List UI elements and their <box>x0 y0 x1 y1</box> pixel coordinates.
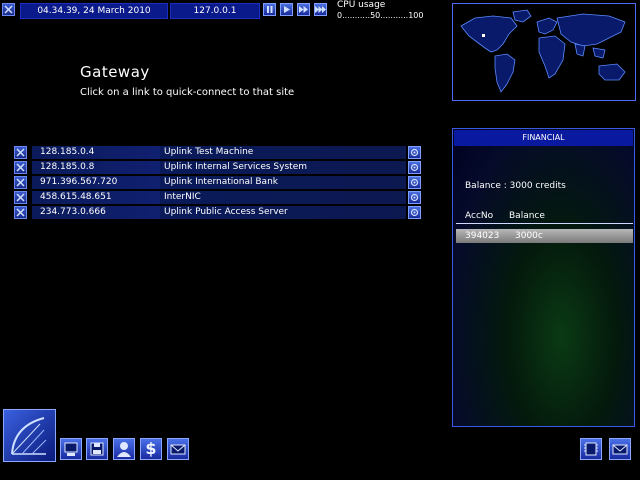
finance-button[interactable]: $ <box>140 438 162 460</box>
connect-icon[interactable] <box>408 146 421 159</box>
cpu-usage-label: CPU usage <box>337 0 386 10</box>
link-ip[interactable]: 128.185.0.4 <box>32 146 160 159</box>
delete-link-button[interactable] <box>14 191 27 204</box>
location-marker-icon <box>482 34 485 37</box>
computer-icon[interactable] <box>60 438 82 460</box>
col-header-balance: Balance <box>509 211 545 221</box>
page-subtitle: Click on a link to quick-connect to that… <box>80 87 295 98</box>
financial-title: FINANCIAL <box>454 130 633 146</box>
connect-icon[interactable] <box>408 161 421 174</box>
link-row[interactable]: 128.185.0.4 Uplink Test Machine <box>14 146 422 159</box>
connect-icon[interactable] <box>408 191 421 204</box>
email-icon[interactable] <box>167 438 189 460</box>
col-header-accno: AccNo <box>465 211 494 221</box>
fast-forward-button[interactable] <box>297 3 310 16</box>
link-name[interactable]: InterNIC <box>160 191 406 204</box>
link-ip[interactable]: 128.185.0.8 <box>32 161 160 174</box>
link-ip[interactable]: 971.396.567.720 <box>32 176 160 189</box>
cpu-usage-scale: 0...........50...........100 <box>337 11 424 20</box>
link-name[interactable]: Uplink Internal Services System <box>160 161 406 174</box>
link-name[interactable]: Uplink International Bank <box>160 176 406 189</box>
dollar-icon: $ <box>145 439 157 458</box>
mail-icon[interactable] <box>609 438 631 460</box>
delete-link-button[interactable] <box>14 146 27 159</box>
delete-link-button[interactable] <box>14 161 27 174</box>
header-divider <box>456 223 633 224</box>
save-disk-icon[interactable] <box>86 438 108 460</box>
link-row[interactable]: 128.185.0.8 Uplink Internal Services Syst… <box>14 161 422 174</box>
financial-panel: FINANCIAL Balance : 3000 credits AccNo B… <box>452 128 635 427</box>
memory-chip-icon[interactable] <box>580 438 602 460</box>
ip-display[interactable]: 127.0.0.1 <box>170 3 260 19</box>
world-map[interactable] <box>452 3 636 101</box>
delete-link-button[interactable] <box>14 176 27 189</box>
pause-button[interactable] <box>263 3 276 16</box>
link-row[interactable]: 458.615.48.651 InterNIC <box>14 191 422 204</box>
page-title: Gateway <box>80 63 150 81</box>
link-ip[interactable]: 458.615.48.651 <box>32 191 160 204</box>
satellite-dish-icon[interactable] <box>3 409 56 462</box>
delete-link-button[interactable] <box>14 206 27 219</box>
account-balance: 3000c <box>515 231 543 241</box>
connect-icon[interactable] <box>408 176 421 189</box>
link-row[interactable]: 234.773.0.666 Uplink Public Access Server <box>14 206 422 219</box>
link-name[interactable]: Uplink Test Machine <box>160 146 406 159</box>
link-row[interactable]: 971.396.567.720 Uplink International Bank <box>14 176 422 189</box>
connect-icon[interactable] <box>408 206 421 219</box>
account-row[interactable]: 394023 3000c <box>456 229 633 243</box>
account-number: 394023 <box>465 231 500 241</box>
fastest-forward-button[interactable] <box>314 3 327 16</box>
person-icon[interactable] <box>113 438 135 460</box>
balance-text: Balance : 3000 credits <box>465 181 566 191</box>
datetime-display: 04.34.39, 24 March 2010 <box>20 3 168 19</box>
link-ip[interactable]: 234.773.0.666 <box>32 206 160 219</box>
minimize-button[interactable] <box>2 3 15 16</box>
link-name[interactable]: Uplink Public Access Server <box>160 206 406 219</box>
play-button[interactable] <box>280 3 293 16</box>
